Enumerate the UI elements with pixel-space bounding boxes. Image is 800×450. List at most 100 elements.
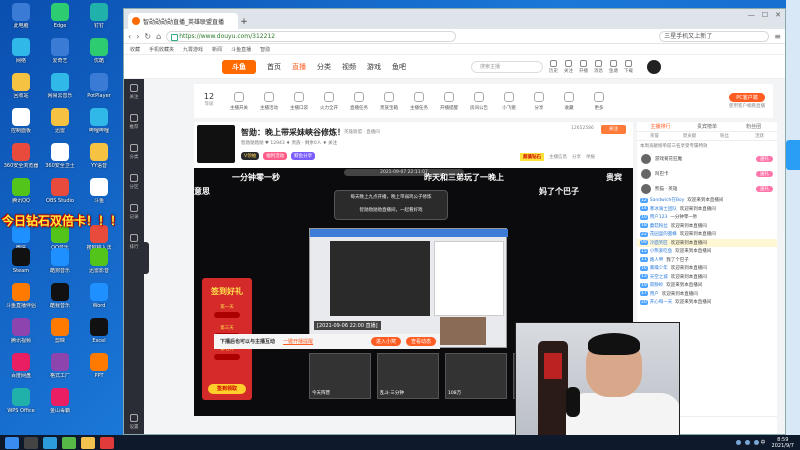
follow-button[interactable]: 关注 (601, 125, 626, 134)
subtab[interactable]: 周贡献 (672, 132, 707, 140)
chat-username[interactable]: 冷面笑匠 (650, 240, 668, 246)
ime-indicator[interactable]: 中 (761, 439, 766, 446)
desktop-icon[interactable]: 迅雷影音 (80, 247, 118, 285)
desktop-icon[interactable]: 腾讯QQ (2, 177, 40, 215)
reminder-link[interactable]: 一键开播提醒 (283, 338, 313, 345)
desktop-icon[interactable]: 剪映 (41, 317, 79, 355)
desktop-icon[interactable]: 百度网盘 (2, 352, 40, 390)
tab-rank[interactable]: 主播排行 (637, 122, 684, 131)
minimize-icon[interactable]: — (748, 11, 755, 19)
url-input[interactable]: https://www.douyu.com/312212 (166, 30, 457, 42)
nav-live[interactable]: 直播 (292, 62, 306, 72)
bookmark-item[interactable]: 智勋 (260, 46, 270, 53)
desktop-icon[interactable]: 控制面板 (2, 107, 40, 145)
desktop-icon[interactable]: Edge (41, 2, 79, 40)
nav-category[interactable]: 分类 (317, 62, 331, 72)
left-rail-item[interactable]: 排行 (124, 229, 144, 259)
subtab[interactable]: 活跃 (742, 132, 777, 140)
toolbar-tool[interactable]: 收藏 (554, 91, 584, 111)
rail-collapse-handle[interactable] (142, 242, 149, 274)
maximize-icon[interactable]: ☐ (762, 11, 768, 19)
rank-pill[interactable]: 送礼 (756, 185, 773, 192)
anchor-info-link[interactable]: 主播信息 (549, 154, 567, 160)
desktop-icon[interactable]: 网络 (2, 37, 40, 75)
header-icon[interactable]: 鱼塘 (609, 60, 618, 74)
header-icon[interactable]: 历史 (549, 60, 558, 74)
toolbar-tool[interactable]: 更多 (584, 91, 614, 111)
tray-icon[interactable] (735, 440, 741, 445)
toolbar-tool[interactable]: 主播活动 (254, 91, 284, 111)
toolbar-tool[interactable]: 火力全开 (314, 91, 344, 111)
bookmark-item[interactable]: 收藏 (130, 46, 140, 53)
anchor-avatar[interactable] (197, 125, 235, 163)
left-rail-item[interactable]: 设置 (124, 409, 144, 434)
desktop-icon[interactable]: 迅雷 (41, 107, 79, 145)
desktop-icon[interactable]: 斗鱼 (80, 177, 118, 215)
view-feed-button[interactable]: 查看动态 (405, 337, 436, 346)
start-icon[interactable] (5, 436, 19, 449)
desktop-icon[interactable]: WPS Office (2, 387, 40, 425)
desktop-icon[interactable]: 酷狗音乐 (41, 247, 79, 285)
header-icon[interactable]: 开播 (579, 60, 588, 74)
desktop-icon[interactable]: YY语音 (80, 142, 118, 180)
chat-username[interactable]: 小熊爱吃鱼 (650, 248, 673, 254)
room-tag[interactable]: 福利活动 (263, 152, 288, 160)
desktop-icon[interactable]: 金山毒霸 (41, 387, 79, 425)
browser-search-input[interactable]: 三星手机又上新了 (659, 30, 770, 42)
refresh-icon[interactable]: ↻ (144, 32, 151, 41)
close-icon[interactable]: ✕ (775, 11, 781, 19)
desktop-icon[interactable]: 360安全浏览器 (2, 142, 40, 180)
desktop-icon[interactable]: 此电脑 (2, 2, 40, 40)
desktop-icon[interactable]: 酷我音乐 (41, 282, 79, 320)
header-icon[interactable]: 下载 (624, 60, 633, 74)
header-icon[interactable]: 关注 (564, 60, 573, 74)
search-icon[interactable] (24, 436, 38, 449)
browser-task-icon[interactable] (43, 436, 57, 449)
chat-username[interactable]: 用户123 (650, 214, 668, 220)
new-tab-button[interactable]: + (238, 15, 250, 29)
clock[interactable]: 8:59 2021/9/7 (772, 437, 794, 449)
chat-username[interactable]: 暴躁少年 (650, 265, 668, 271)
video-thumb[interactable]: 乱斗·三分钟 (377, 353, 439, 399)
rank-pill[interactable]: 送礼 (756, 170, 773, 177)
desktop-icon[interactable]: PPT (80, 352, 118, 390)
toolbar-tool[interactable]: 直播任务 (344, 91, 374, 111)
tab-fans[interactable]: 粉丝团 (730, 122, 777, 131)
bookmark-item[interactable]: 斗鱼直播 (231, 46, 251, 53)
chat-username[interactable]: 花园里的蜜蜂 (650, 231, 677, 237)
tray-icon[interactable] (744, 440, 750, 445)
video-thumb[interactable]: 今天阵营 (309, 353, 371, 399)
left-rail-item[interactable]: 推荐 (124, 109, 144, 139)
chat-username[interactable]: 用户 (650, 291, 659, 297)
header-icon[interactable]: 消息 (594, 60, 603, 74)
desktop-icon[interactable]: 优酷 (80, 37, 118, 75)
bookmark-item[interactable]: 新闻 (212, 46, 222, 53)
desktop-icon[interactable]: 回收站 (2, 72, 40, 110)
toolbar-tool[interactable]: 小飞猪 (494, 91, 524, 111)
left-rail-item[interactable]: 分类 (124, 139, 144, 169)
chat-username[interactable]: 寂静岭 (650, 282, 664, 288)
desktop-icon[interactable]: Excel (80, 317, 118, 355)
chat-username[interactable]: 路人甲 (650, 257, 664, 263)
left-rail-item[interactable]: 分区 (124, 169, 144, 199)
desktop-icon[interactable]: Steam (2, 247, 40, 285)
bookmark-item[interactable]: 九霄游戏 (183, 46, 203, 53)
toolbar-tool[interactable]: 主播开关 (224, 91, 254, 111)
left-rail-item[interactable]: 关注 (124, 79, 144, 109)
back-icon[interactable]: ‹ (128, 32, 131, 41)
side-badge-icon[interactable] (786, 140, 800, 170)
site-search-input[interactable]: 搜索主播 (471, 61, 543, 73)
desktop-icon[interactable]: 360安全卫士 (41, 142, 79, 180)
chat-username[interactable]: 天空之城 (650, 274, 668, 280)
tray-icon[interactable] (753, 440, 759, 445)
room-tag[interactable]: V领袖 (241, 152, 260, 160)
desktop-icon[interactable]: 格式工厂 (41, 352, 79, 390)
nav-game[interactable]: 游戏 (367, 62, 381, 72)
desktop-icon[interactable]: OBS Studio (41, 177, 79, 215)
desktop-icon[interactable]: Word (80, 282, 118, 320)
chat-username[interactable]: 蘑菇粉丝 (650, 223, 668, 229)
forward-icon[interactable]: › (136, 32, 139, 41)
video-thumb[interactable]: 108万 (445, 353, 507, 399)
nav-video[interactable]: 视频 (342, 62, 356, 72)
desktop-icon[interactable]: 网易云音乐 (41, 72, 79, 110)
